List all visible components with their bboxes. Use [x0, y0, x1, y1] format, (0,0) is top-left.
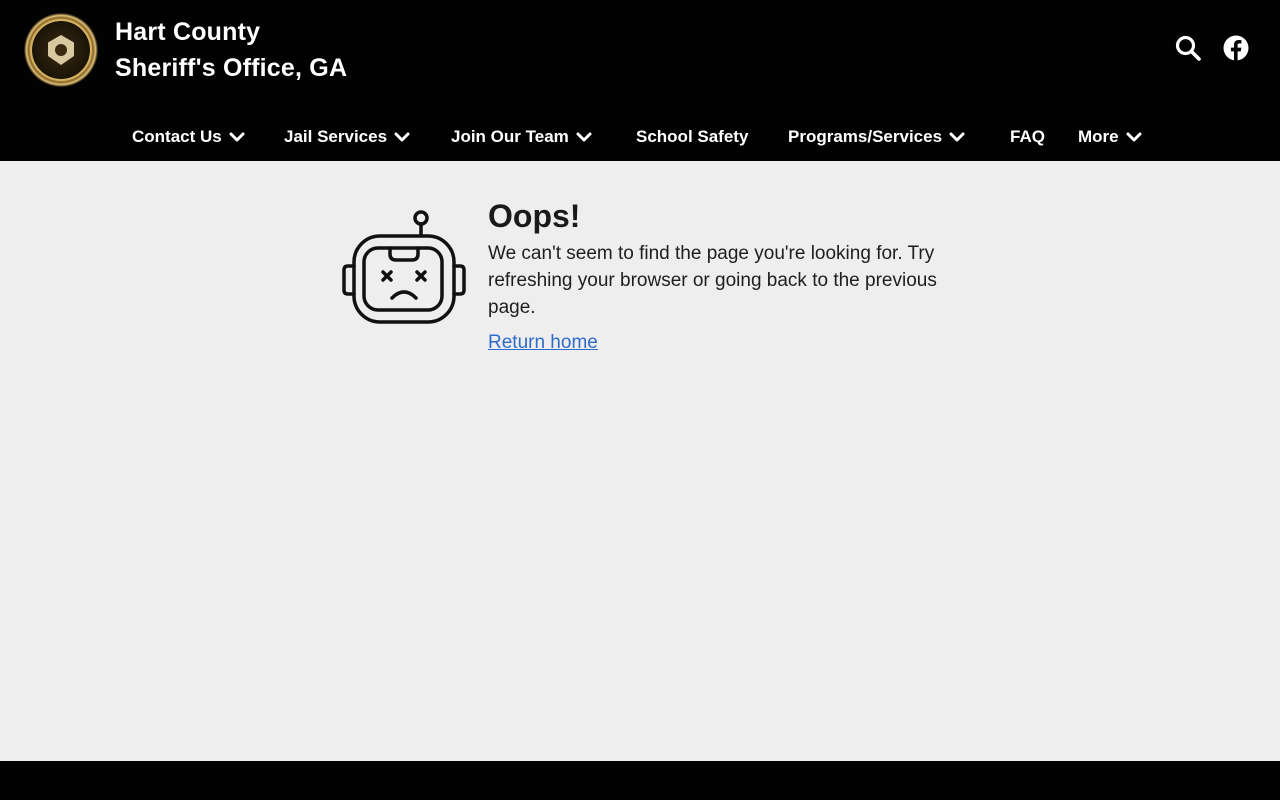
error-title: Oops! — [488, 198, 581, 234]
sheriff-seal-icon[interactable] — [24, 13, 98, 87]
sad-robot-icon — [342, 208, 466, 326]
nav-item-label: Join Our Team — [451, 127, 569, 146]
main-nav: Contact Us Jail Services Join Our Team S… — [0, 118, 1280, 156]
search-icon[interactable] — [1174, 34, 1202, 62]
nav-item-contact-us[interactable]: Contact Us — [132, 118, 246, 156]
site-header: Hart County Sheriff's Office, GA Contact… — [0, 0, 1280, 161]
nav-item-label: Jail Services — [284, 127, 388, 146]
site-footer — [0, 761, 1280, 800]
chevron-down-icon — [393, 128, 411, 146]
nav-item-label: Contact Us — [132, 127, 222, 146]
chevron-down-icon — [228, 128, 246, 146]
return-home-link[interactable]: Return home — [488, 329, 598, 356]
nav-item-label: FAQ — [1010, 127, 1045, 146]
nav-item-faq[interactable]: FAQ — [1010, 118, 1045, 156]
site-title[interactable]: Hart County Sheriff's Office, GA — [115, 14, 347, 86]
error-message: We can't seem to find the page you're lo… — [488, 243, 937, 318]
not-found-block: Oops! We can't seem to find the page you… — [342, 196, 962, 366]
nav-item-more[interactable]: More — [1078, 118, 1143, 156]
facebook-icon[interactable] — [1222, 34, 1250, 62]
nav-item-school-safety[interactable]: School Safety — [636, 118, 748, 156]
chevron-down-icon — [1125, 128, 1143, 146]
nav-item-label: Programs/Services — [788, 127, 943, 146]
nav-item-join-our-team[interactable]: Join Our Team — [451, 118, 593, 156]
site-title-line1: Hart County — [115, 18, 261, 46]
chevron-down-icon — [948, 128, 966, 146]
nav-item-jail-services[interactable]: Jail Services — [284, 118, 411, 156]
nav-item-programs-services[interactable]: Programs/Services — [788, 118, 966, 156]
seal-center — [55, 44, 67, 56]
site-title-line2: Sheriff's Office, GA — [115, 54, 348, 82]
nav-item-label: More — [1078, 127, 1119, 146]
nav-item-label: School Safety — [636, 127, 749, 146]
chevron-down-icon — [575, 128, 593, 146]
